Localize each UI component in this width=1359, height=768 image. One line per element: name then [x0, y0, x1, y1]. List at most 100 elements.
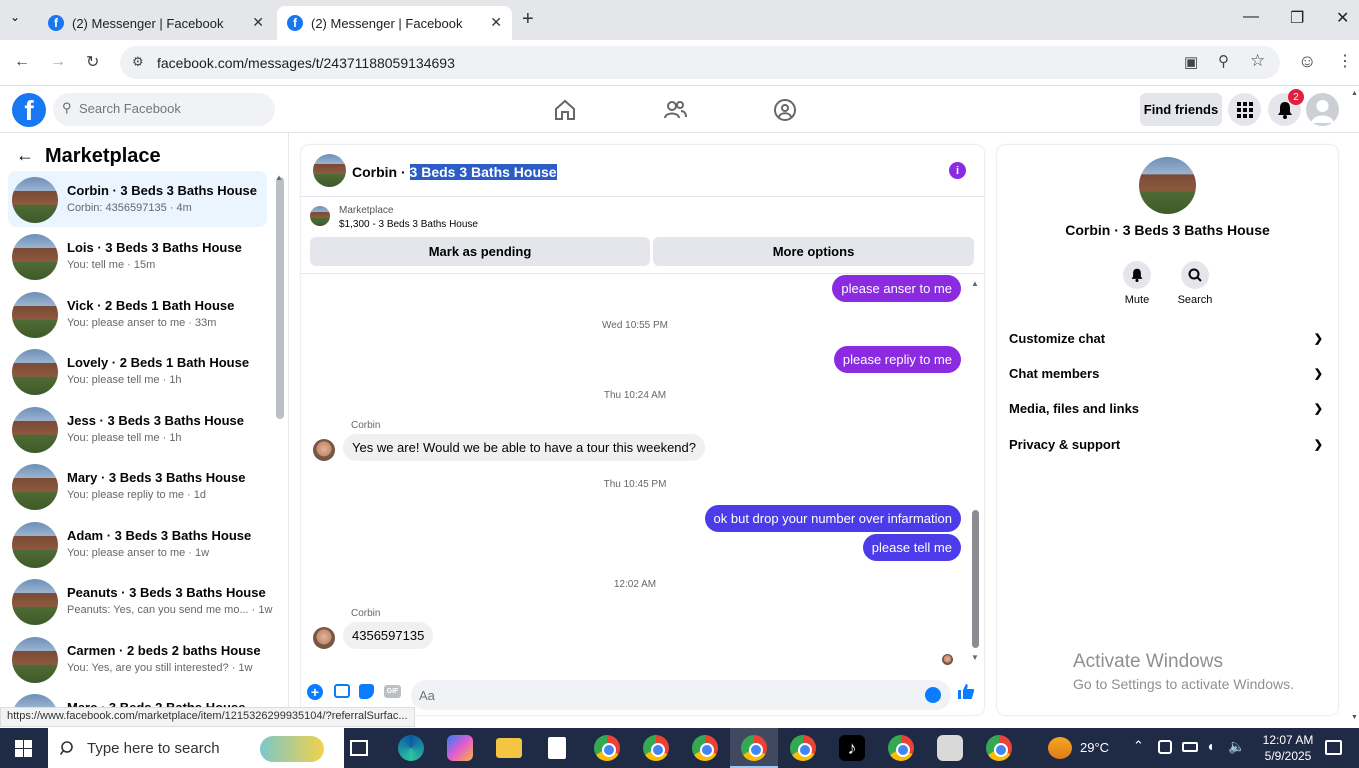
windows-start-icon[interactable]	[15, 740, 32, 757]
system-clock[interactable]: 12:07 AM 5/9/2025	[1258, 732, 1318, 764]
mark-as-pending-button[interactable]: Mark as pending	[310, 237, 650, 266]
forward-icon[interactable]: →	[50, 53, 66, 71]
notepad-icon[interactable]	[548, 737, 566, 759]
outgoing-message[interactable]: ok but drop your number over infarmation	[704, 505, 961, 532]
scroll-down-icon[interactable]: ▼	[971, 653, 979, 662]
url-text[interactable]: facebook.com/messages/t/2437118805913469…	[157, 55, 455, 71]
volume-icon[interactable]: 🔈	[1228, 738, 1245, 755]
close-tab-icon[interactable]: ✕	[252, 14, 264, 31]
search-input[interactable]	[79, 101, 259, 116]
browser-tab-2[interactable]: f (2) Messenger | Facebook ✕	[277, 6, 512, 40]
privacy-support-section[interactable]: Privacy & support ❯	[1009, 427, 1327, 461]
chrome-profile-icon[interactable]	[986, 735, 1012, 761]
back-icon[interactable]: ←	[14, 53, 30, 71]
plus-icon[interactable]: +	[307, 684, 323, 700]
notification-center-icon[interactable]	[1325, 740, 1342, 755]
chrome-profile-icon[interactable]	[888, 735, 914, 761]
customize-chat-section[interactable]: Customize chat ❯	[1009, 321, 1327, 355]
sidebar-scrollbar[interactable]	[276, 177, 284, 419]
conversation-item[interactable]: Lois · 3 Beds 3 Baths House You: tell me …	[8, 228, 267, 284]
contact-profile-photo[interactable]	[1139, 157, 1196, 214]
incoming-message[interactable]: 4356597135	[343, 622, 434, 649]
chat-listing-title[interactable]: 3 Beds 3 Baths House	[409, 164, 557, 180]
weather-icon[interactable]	[1048, 737, 1072, 759]
conversation-item[interactable]: Carmen · 2 beds 2 baths House You: Yes, a…	[8, 631, 267, 687]
conversation-item[interactable]: Jess · 3 Beds 3 Baths House You: please t…	[8, 401, 267, 457]
emoji-icon[interactable]	[925, 687, 941, 703]
reload-icon[interactable]: ↻	[86, 52, 99, 72]
taskbar-search[interactable]: Type here to search	[48, 728, 344, 768]
task-view-icon[interactable]	[350, 740, 368, 756]
friends-icon[interactable]	[662, 97, 688, 123]
chevron-up-icon[interactable]: ⌃	[1133, 738, 1144, 754]
restore-icon[interactable]: ❐	[1290, 8, 1304, 28]
sender-avatar[interactable]	[313, 627, 335, 649]
address-bar[interactable]: ⚙ facebook.com/messages/t/24371188059134…	[120, 46, 1280, 79]
scroll-up-icon[interactable]: ▲	[971, 279, 979, 288]
message-input-box[interactable]	[411, 680, 951, 710]
mute-button[interactable]: Mute	[1107, 261, 1167, 306]
back-arrow-icon[interactable]: ←	[16, 145, 34, 166]
facebook-logo[interactable]: f	[12, 93, 46, 127]
media-files-links-section[interactable]: Media, files and links ❯	[1009, 391, 1327, 425]
page-scroll-up-icon[interactable]: ▲	[1351, 90, 1358, 97]
copilot-icon[interactable]	[447, 735, 473, 761]
home-icon[interactable]	[552, 97, 578, 123]
temperature[interactable]: 29°C	[1080, 740, 1109, 755]
browser-menu-icon[interactable]: ⋮	[1337, 51, 1353, 71]
chat-scrollbar[interactable]	[972, 510, 979, 648]
outgoing-message[interactable]: please repliy to me	[833, 346, 961, 373]
chrome-profile-icon[interactable]	[741, 735, 767, 761]
page-scroll-down-icon[interactable]: ▼	[1351, 714, 1358, 721]
chat-members-section[interactable]: Chat members ❯	[1009, 356, 1327, 390]
gif-icon[interactable]: GIF	[384, 685, 401, 698]
more-options-button[interactable]: More options	[653, 237, 974, 266]
like-thumb-icon[interactable]	[957, 682, 975, 700]
conversation-item[interactable]: Lovely · 2 Beds 1 Bath House You: please …	[8, 343, 267, 399]
scroll-up-icon[interactable]: ▲	[275, 173, 283, 182]
listing-thumbnail[interactable]	[310, 206, 330, 226]
groups-icon[interactable]	[772, 97, 798, 123]
chrome-profile-icon[interactable]	[643, 735, 669, 761]
sender-avatar[interactable]	[313, 439, 335, 461]
install-app-icon[interactable]: ▣	[1184, 53, 1198, 71]
site-settings-icon[interactable]: ⚙	[132, 54, 144, 70]
search-button[interactable]: Search	[1165, 261, 1225, 306]
conversation-item[interactable]: Mary · 3 Beds 3 Baths House You: please r…	[8, 458, 267, 514]
outgoing-message[interactable]: please tell me	[862, 534, 961, 561]
menu-grid-icon[interactable]	[1228, 93, 1261, 126]
browser-tab-1[interactable]: f (2) Messenger | Facebook ✕	[38, 6, 274, 40]
chrome-profile-icon[interactable]	[692, 735, 718, 761]
outgoing-message[interactable]: please anser to me	[832, 275, 961, 302]
message-input[interactable]	[419, 688, 899, 703]
minimize-icon[interactable]: —	[1243, 8, 1259, 26]
conversation-item[interactable]: Peanuts · 3 Beds 3 Baths House Peanuts: Y…	[8, 573, 272, 629]
conversation-item[interactable]: Adam · 3 Beds 3 Baths House You: please a…	[8, 516, 267, 572]
zoom-icon[interactable]: ⚲	[1218, 52, 1229, 70]
profile-icon[interactable]: ☺	[1298, 51, 1316, 72]
close-tab-icon[interactable]: ✕	[490, 14, 502, 31]
meet-now-icon[interactable]	[1158, 740, 1172, 754]
chat-avatar[interactable]	[313, 154, 346, 187]
photo-icon[interactable]	[334, 684, 350, 698]
find-friends-button[interactable]: Find friends	[1140, 93, 1222, 126]
close-window-icon[interactable]: ✕	[1336, 8, 1349, 28]
chrome-icon[interactable]	[594, 735, 620, 761]
new-tab-icon[interactable]: +	[522, 8, 534, 31]
tab-list-chevron-icon[interactable]: ⌄	[10, 10, 20, 24]
chrome-profile-icon[interactable]	[790, 735, 816, 761]
account-avatar[interactable]	[1306, 93, 1339, 126]
edge-icon[interactable]	[398, 735, 424, 761]
sticker-icon[interactable]	[359, 684, 374, 699]
incoming-message[interactable]: Yes we are! Would we be able to have a t…	[343, 434, 705, 461]
listing-info[interactable]: $1,300 - 3 Beds 3 Baths House	[339, 219, 478, 230]
tiktok-icon[interactable]: ♪	[839, 735, 865, 761]
conversation-item[interactable]: Vick · 2 Beds 1 Bath House You: please an…	[8, 286, 267, 342]
battery-icon[interactable]	[1182, 742, 1198, 752]
bookmark-star-icon[interactable]: ☆	[1250, 51, 1265, 71]
conversation-item[interactable]: Corbin · 3 Beds 3 Baths House Corbin: 435…	[8, 171, 267, 227]
wifi-icon[interactable]: ◖	[1206, 738, 1214, 754]
info-icon[interactable]: i	[949, 162, 966, 179]
app-icon[interactable]	[937, 735, 963, 761]
file-explorer-icon[interactable]	[496, 738, 522, 758]
